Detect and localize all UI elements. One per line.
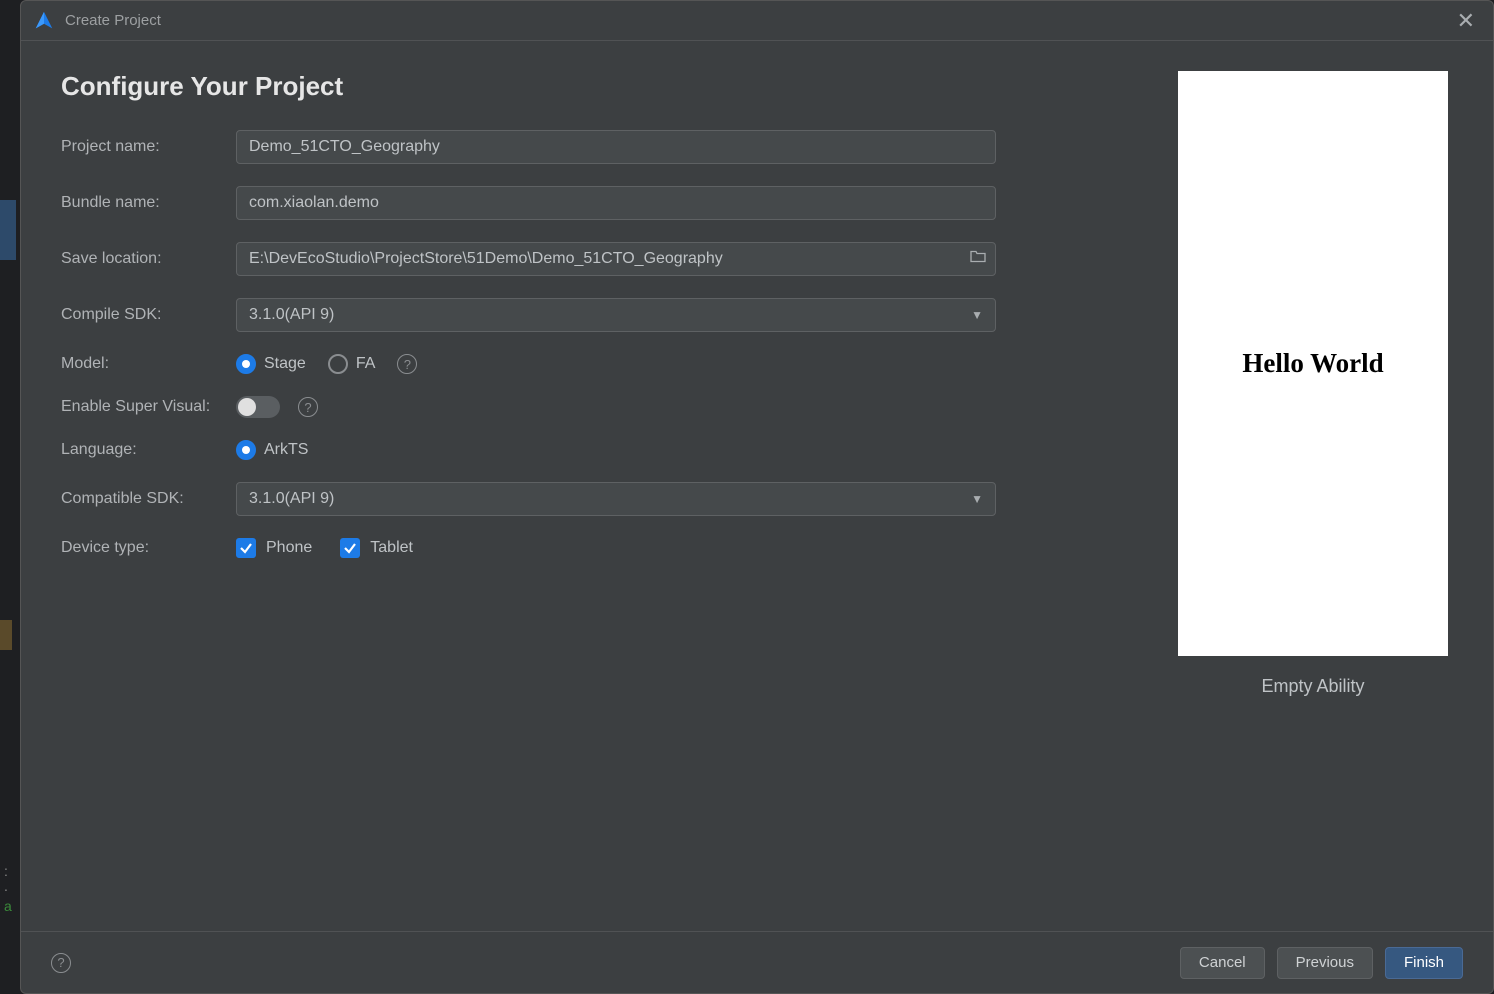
device-type-checkbox-tablet[interactable]: Tablet <box>340 538 413 558</box>
background-artifact <box>0 200 16 260</box>
compile-sdk-value: 3.1.0(API 9) <box>249 306 334 324</box>
compatible-sdk-select[interactable]: 3.1.0(API 9) ▼ <box>236 482 996 516</box>
dialog-footer: ? Cancel Previous Finish <box>21 931 1493 993</box>
page-title: Configure Your Project <box>61 71 1133 102</box>
checkbox-checked-icon <box>340 538 360 558</box>
background-artifact <box>0 620 12 650</box>
background-artifact: a <box>4 898 12 914</box>
close-button[interactable]: ✕ <box>1451 10 1481 32</box>
chevron-down-icon: ▼ <box>971 492 983 506</box>
project-name-label: Project name: <box>61 138 236 156</box>
background-artifact: . <box>4 878 8 894</box>
enable-super-visual-toggle[interactable] <box>236 396 280 418</box>
enable-super-visual-label: Enable Super Visual: <box>61 398 236 416</box>
compile-sdk-label: Compile SDK: <box>61 306 236 324</box>
cancel-button[interactable]: Cancel <box>1180 947 1265 979</box>
compatible-sdk-label: Compatible SDK: <box>61 490 236 508</box>
deveco-logo-icon <box>33 10 55 32</box>
finish-button[interactable]: Finish <box>1385 947 1463 979</box>
preview-caption: Empty Ability <box>1261 676 1364 697</box>
help-icon[interactable]: ? <box>51 953 71 973</box>
model-radio-fa[interactable]: FA <box>328 354 376 374</box>
compatible-sdk-value: 3.1.0(API 9) <box>249 490 334 508</box>
project-name-input[interactable] <box>236 130 996 164</box>
compile-sdk-select[interactable]: 3.1.0(API 9) ▼ <box>236 298 996 332</box>
device-type-checkbox-phone[interactable]: Phone <box>236 538 312 558</box>
model-label: Model: <box>61 355 236 373</box>
model-radio-stage[interactable]: Stage <box>236 354 306 374</box>
language-label: Language: <box>61 441 236 459</box>
checkbox-checked-icon <box>236 538 256 558</box>
folder-icon[interactable] <box>970 250 986 269</box>
bundle-name-label: Bundle name: <box>61 194 236 212</box>
help-icon[interactable]: ? <box>298 397 318 417</box>
bundle-name-input[interactable] <box>236 186 996 220</box>
preview-phone-frame: Hello World <box>1178 71 1448 656</box>
window-title: Create Project <box>65 12 161 29</box>
save-location-label: Save location: <box>61 250 236 268</box>
preview-text: Hello World <box>1242 348 1383 379</box>
create-project-dialog: Create Project ✕ Configure Your Project … <box>20 0 1494 994</box>
device-type-label: Device type: <box>61 539 236 557</box>
chevron-down-icon: ▼ <box>971 308 983 322</box>
titlebar: Create Project ✕ <box>21 1 1493 41</box>
background-artifact: : <box>4 863 8 879</box>
language-radio-arkts[interactable]: ArkTS <box>236 440 308 460</box>
previous-button[interactable]: Previous <box>1277 947 1373 979</box>
help-icon[interactable]: ? <box>397 354 417 374</box>
preview-area: Hello World Empty Ability <box>1173 71 1453 921</box>
save-location-input[interactable] <box>236 242 996 276</box>
